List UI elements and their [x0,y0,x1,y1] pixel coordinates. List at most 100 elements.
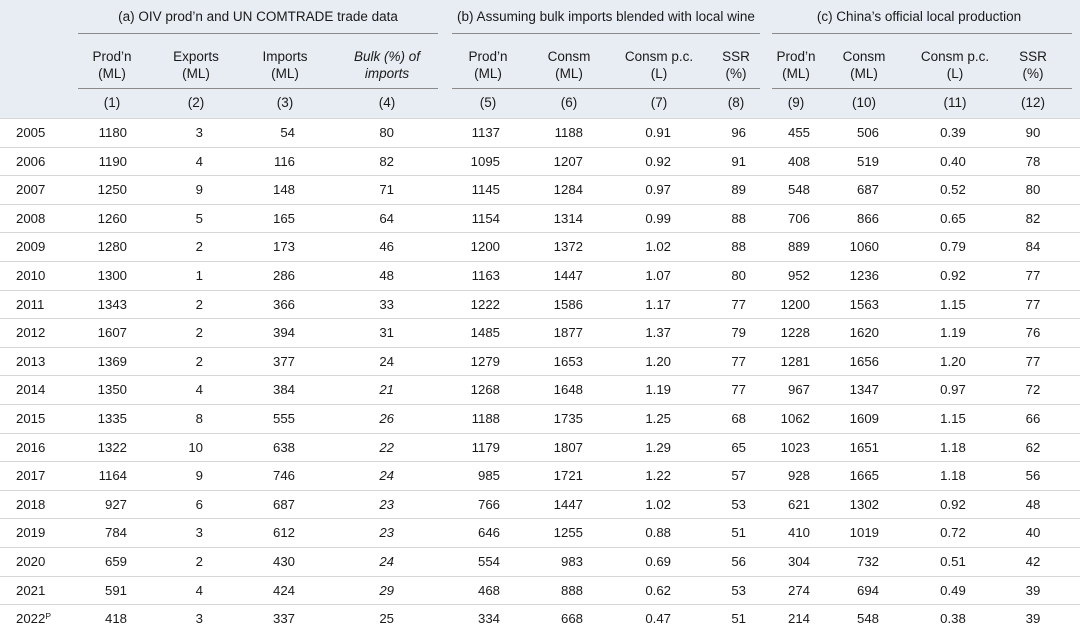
year-cell: 2022P [16,611,51,627]
table-cell-col1: 1335 [97,411,127,426]
table-cell-col2: 6 [195,496,203,512]
year-cell: 2016 [16,440,45,456]
table-cell-col1: 1280 [97,239,127,255]
year-text: 2020 [16,554,46,569]
year-cell: 2021 [16,583,45,599]
table-cell-col11: 0.52 [940,182,966,198]
table-cell-col4: 26 [379,411,394,426]
column-header-line2: imports [364,66,410,81]
table-cell-col7: 0.99 [645,210,671,226]
table-cell-col5: 1200 [470,239,500,255]
table-cell-col6: 1648 [553,382,583,398]
table-cell-col5: 1485 [470,325,500,341]
table-cell-col1: 1350 [97,382,127,398]
group-a-rule [78,33,438,34]
table-row: 2006 1190 4 116 82 1095 1207 0.92 91 408 519 0.40 78 [0,146,1080,176]
table-cell-col8: 88 [731,239,746,255]
table-row: 2018 927 6 687 23 766 1447 1.02 53 621 1302 0.92 48 [0,489,1080,519]
table-cell-col2: 4 [195,153,203,169]
table-cell-col2: 2 [195,554,203,569]
table-cell-col7: 0.97 [645,182,671,198]
table-cell-col9: 1200 [780,296,810,312]
table-cell-col3: 555 [272,411,295,426]
table-cell-col5: 985 [477,468,500,484]
table-cell-col2: 2 [195,239,203,255]
table-cell-col2: 2 [195,325,203,341]
column-header-line2: (ML) [271,66,299,81]
year-cell: 2005 [16,125,45,141]
table-cell-col12: 40 [1025,525,1041,541]
table-cell-col6: 668 [560,611,583,627]
table-cell-col10: 687 [856,182,879,198]
group-c-rule [772,33,1072,34]
year-cell: 2018 [16,497,45,513]
table-cell-col8: 56 [731,554,746,569]
table-cell-col6: 1807 [553,439,583,455]
table-cell-col6: 1255 [553,525,583,541]
table-row: 2012 1607 2 394 31 1485 1877 1.37 79 1228 1620 1.19… [0,318,1080,347]
table-cell-col10: 732 [856,554,879,569]
column-header-12: SSR (%) [1019,48,1047,82]
table-cell-col7: 1.19 [645,382,671,398]
table-cell-col10: 1302 [849,496,879,512]
table-cell-col4: 24 [379,554,394,569]
column-header-line1: Consm [547,49,591,64]
column-header-5: Prod’n (ML) [468,48,507,82]
table-cell-col1: 591 [104,582,127,598]
table-cell-col5: 1137 [471,125,500,140]
column-header-line2: (L) [650,66,668,81]
column-header-line2: (ML) [782,66,810,81]
table-cell-col12: 76 [1025,325,1041,341]
table-cell-col9: 408 [787,153,810,169]
table-cell-col2: 2 [195,353,203,369]
column-header-line2: (%) [725,66,747,81]
year-text: 2009 [16,239,46,255]
table-cell-col3: 173 [272,239,295,255]
column-number-9: (9) [787,95,805,110]
table-cell-col12: 39 [1025,611,1041,627]
table-cell-col3: 384 [272,382,295,398]
table-cell-col1: 418 [104,611,127,627]
table-cell-col8: 77 [731,296,746,312]
table-row: 2014 1350 4 384 21 1268 1648 1.19 77 967 1347 0.97 7… [0,375,1080,404]
column-header-9: Prod’n (ML) [776,48,815,82]
table-cell-col7: 0.47 [645,611,671,627]
table-cell-col8: 77 [731,382,746,398]
table-cell-col10: 1060 [849,239,879,255]
year-cell: 2015 [16,411,45,427]
table-row: 2015 1335 8 555 26 1188 1735 1.25 68 1062 1609 1.15… [0,404,1080,433]
table-cell-col8: 51 [731,525,746,541]
table-cell-col8: 96 [731,125,746,140]
table-cell-col9: 952 [787,268,810,283]
column-header-2: Exports (ML) [173,48,219,82]
table-cell-col8: 77 [731,353,746,369]
table-cell-col8: 53 [731,582,746,598]
column-header-line1: Consm p.c. [624,49,694,64]
table-cell-col1: 1180 [98,125,127,140]
year-cell: 2014 [16,382,45,398]
table-cell-col10: 866 [856,210,879,226]
table-cell-col4: 29 [379,582,394,598]
table-cell-col6: 1735 [553,411,583,426]
provisional-marker: P [45,611,52,622]
table-row: 2016 1322 10 638 22 1179 1807 1.29 65 1023 1651 1.1… [0,432,1080,462]
table-cell-col3: 148 [272,182,295,198]
table-cell-col5: 1179 [471,439,500,455]
table-cell-col8: 88 [731,210,746,226]
table-cell-col6: 983 [560,554,583,569]
year-cell: 2020 [16,554,45,570]
table-cell-col10: 1563 [849,296,879,312]
table-cell-col5: 1222 [470,296,500,312]
table-cell-col4: 71 [379,182,394,198]
table-cell-col4: 23 [379,525,394,541]
table-cell-col5: 766 [477,496,500,512]
table-cell-col12: 72 [1025,382,1041,398]
table-cell-col11: 0.72 [940,525,966,541]
table-cell-col9: 928 [787,468,810,484]
table-cell-col6: 1284 [553,182,583,198]
table-row: 2021 591 4 424 29 468 888 0.62 53 274 694 0.49 39 [0,575,1080,605]
table-cell-col7: 0.92 [645,153,671,169]
table-cell-col6: 1721 [553,468,583,484]
table-cell-col8: 68 [731,411,746,426]
table-cell-col5: 646 [477,525,500,541]
